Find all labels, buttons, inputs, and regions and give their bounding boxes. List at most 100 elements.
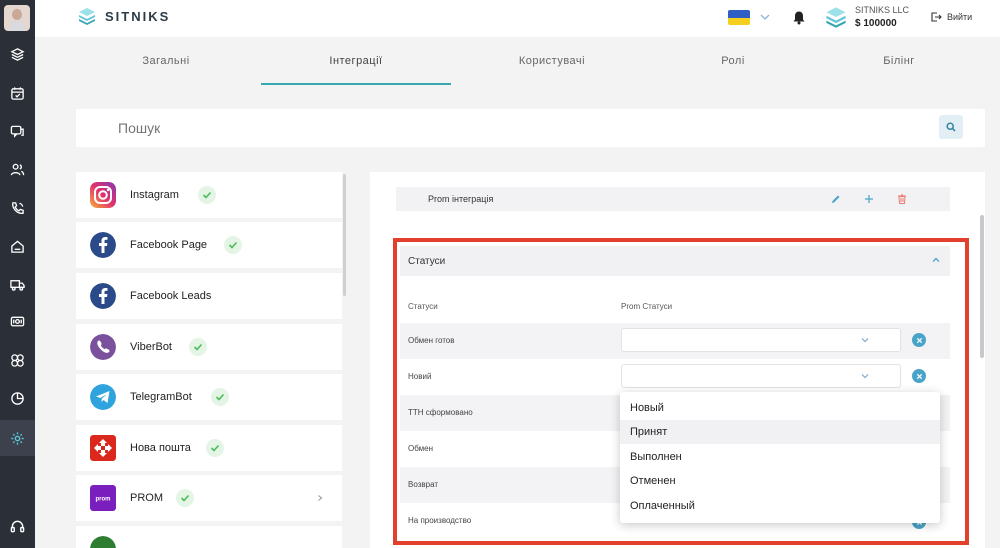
connected-check-icon: [176, 489, 194, 507]
tab-billing[interactable]: Білінг: [813, 37, 985, 85]
connected-check-icon: [198, 186, 216, 204]
integration-item-prom[interactable]: prom PROM: [76, 475, 342, 521]
integration-label: PROM: [130, 492, 163, 504]
dropdown-option[interactable]: Оплаченный: [620, 494, 940, 518]
prom-status-select[interactable]: [621, 328, 901, 352]
status-label: Обмен готов: [408, 336, 455, 345]
nav-puzzle-icon[interactable]: [0, 342, 35, 378]
prom-logo-icon: prom: [90, 485, 116, 511]
dropdown-option[interactable]: Принят: [620, 420, 940, 444]
search-icon: [946, 122, 956, 132]
status-row: Обмен готов: [400, 323, 950, 359]
language-chevron-down-icon[interactable]: [759, 11, 771, 23]
integration-logo-icon: [90, 536, 116, 548]
search-input[interactable]: [118, 120, 818, 136]
chevron-down-icon: [861, 338, 869, 343]
connected-check-icon: [224, 236, 242, 254]
tab-roles[interactable]: Ролі: [653, 37, 813, 85]
user-avatar[interactable]: [4, 5, 30, 31]
nav-chart-pie-icon[interactable]: [0, 380, 35, 416]
nav-home-icon[interactable]: [0, 228, 35, 264]
integration-label: Instagram: [130, 189, 179, 201]
tab-general[interactable]: Загальні: [71, 37, 261, 85]
ukraine-flag-icon[interactable]: [728, 10, 750, 25]
dropdown-option[interactable]: Отменен: [620, 469, 940, 493]
integration-item-nova-poshta[interactable]: Нова пошта: [76, 425, 342, 471]
integration-item-instagram[interactable]: Instagram: [76, 172, 342, 218]
account-balance: $ 100000: [855, 18, 897, 29]
nav-settings-icon[interactable]: [0, 420, 35, 456]
integration-label: ViberBot: [130, 341, 172, 353]
column-header-statuses: Статуси: [408, 302, 438, 311]
prom-integration-header: Prom інтеграція: [396, 187, 950, 211]
connected-check-icon: [211, 388, 229, 406]
chevron-up-icon[interactable]: [930, 254, 942, 266]
nav-truck-icon[interactable]: [0, 266, 35, 302]
bell-icon[interactable]: [792, 10, 806, 25]
prom-integration-title: Prom інтеграція: [428, 194, 494, 204]
integrations-list: Instagram Facebook Page Facebook Leads V…: [76, 172, 342, 548]
nav-money-icon[interactable]: [0, 303, 35, 339]
search-button[interactable]: [939, 115, 963, 139]
nav-rail: [0, 0, 35, 548]
tab-users[interactable]: Користувачі: [451, 37, 653, 85]
integration-item-telegrambot[interactable]: TelegramBot: [76, 374, 342, 420]
connected-check-icon: [206, 439, 224, 457]
facebook-icon: [90, 283, 116, 309]
status-row: Новий: [400, 359, 950, 395]
logout-button[interactable]: Вийти: [930, 11, 972, 23]
integration-item-facebook-page[interactable]: Facebook Page: [76, 222, 342, 268]
statuses-accordion-header[interactable]: Статуси: [400, 246, 950, 276]
nav-calendar-icon[interactable]: [0, 75, 35, 111]
connected-check-icon: [189, 338, 207, 356]
edit-pencil-icon[interactable]: [830, 193, 842, 205]
integration-label: Нова пошта: [130, 442, 191, 454]
nav-users-icon[interactable]: [0, 151, 35, 187]
instagram-icon: [90, 182, 116, 208]
company-logo-icon: [826, 7, 846, 28]
nova-poshta-icon: [90, 435, 116, 461]
search-bar: [76, 109, 985, 147]
active-tab-underline: [261, 83, 451, 85]
chevron-right-icon: [318, 495, 323, 501]
nav-headset-icon[interactable]: [0, 508, 35, 544]
integration-label: Facebook Page: [130, 239, 208, 251]
nav-chat-icon[interactable]: [0, 113, 35, 149]
status-label: На производство: [408, 516, 472, 525]
add-plus-icon[interactable]: [863, 193, 875, 205]
prom-status-dropdown: Новый Принят Выполнен Отменен Оплаченный: [620, 392, 940, 523]
integrations-scrollbar[interactable]: [343, 174, 346, 296]
viber-icon: [90, 334, 116, 360]
status-label: Обмен: [408, 444, 433, 453]
chevron-down-icon: [861, 374, 869, 379]
status-label: Возврат: [408, 480, 438, 489]
panel-scrollbar[interactable]: [980, 215, 984, 358]
nav-phone-icon[interactable]: [0, 190, 35, 226]
delete-trash-icon[interactable]: [896, 193, 908, 205]
dropdown-option[interactable]: Выполнен: [620, 445, 940, 469]
status-label: ТТН сформовано: [408, 408, 473, 417]
facebook-icon: [90, 232, 116, 258]
integration-item-viberbot[interactable]: ViberBot: [76, 324, 342, 370]
status-label: Новий: [408, 372, 432, 381]
statuses-section-title: Статуси: [408, 256, 446, 267]
brand-logo[interactable]: SITNIKS: [77, 6, 170, 26]
logout-label: Вийти: [947, 12, 973, 22]
column-header-prom-statuses: Prom Статуси: [621, 302, 673, 311]
logout-icon: [931, 12, 942, 22]
logo-mark-icon: [79, 8, 95, 25]
svg-text:prom: prom: [96, 497, 111, 503]
tab-integrations[interactable]: Інтеграції: [261, 37, 451, 85]
settings-tabs: Загальні Інтеграції Користувачі Ролі Біл…: [35, 37, 1000, 89]
company-name: SITNIKS LLC: [855, 5, 910, 15]
integration-label: Facebook Leads: [130, 290, 212, 302]
integration-item-facebook-leads[interactable]: Facebook Leads: [76, 273, 342, 319]
dropdown-option[interactable]: Новый: [620, 396, 940, 420]
clear-selection-icon[interactable]: [912, 333, 926, 347]
clear-selection-icon[interactable]: [912, 369, 926, 383]
prom-status-select[interactable]: [621, 364, 901, 388]
brand-name: SITNIKS: [105, 8, 171, 24]
integration-item-partial[interactable]: [76, 526, 342, 548]
nav-layers-icon[interactable]: [0, 36, 35, 72]
integration-label: TelegramBot: [130, 391, 192, 403]
